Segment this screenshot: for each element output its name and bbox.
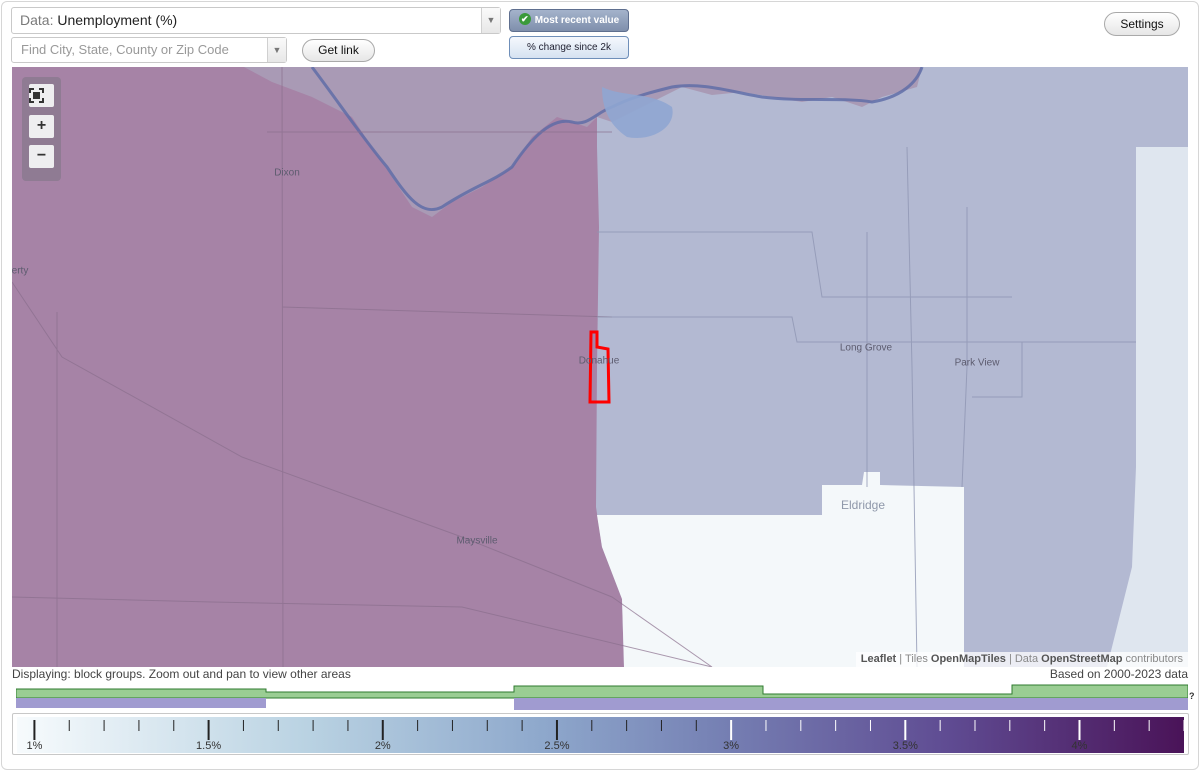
east-block-group[interactable] xyxy=(1107,147,1188,667)
legend-tick-label: 3.5% xyxy=(892,740,918,752)
data-select[interactable]: Data: Unemployment (%) ▼ xyxy=(11,7,501,34)
data-select-value: Unemployment (%) xyxy=(57,12,178,28)
legend-tick-label: 4% xyxy=(1071,740,1088,752)
check-icon: ✔ xyxy=(518,13,531,26)
legend-tick-label: 1.5% xyxy=(196,740,222,752)
search-placeholder: Find City, State, County or Zip Code xyxy=(21,42,229,57)
place-label-long-grove: Long Grove xyxy=(839,342,893,354)
map-view[interactable]: Dixon erty Donahue Long Grove Park View … xyxy=(12,67,1188,667)
attribution-tiles-prefix: | Tiles xyxy=(899,653,928,665)
place-label-donahue: Donahue xyxy=(578,355,620,367)
place-label-liberty: erty xyxy=(12,265,29,277)
timeline-chart[interactable] xyxy=(16,684,1188,710)
place-label-dixon: Dixon xyxy=(274,167,300,179)
zoom-out-button[interactable]: − xyxy=(29,145,54,168)
timeline-purple-series xyxy=(16,698,1188,710)
legend-ticks xyxy=(33,720,1184,740)
fullscreen-icon xyxy=(29,88,44,103)
legend-tick-label: 2% xyxy=(374,740,391,752)
place-label-eldridge: Eldridge xyxy=(840,498,886,512)
legend-tick-label: 2.5% xyxy=(544,740,570,752)
place-label-maysville: Maysville xyxy=(456,535,498,547)
attribution-suffix: contributors xyxy=(1125,653,1183,665)
chevron-down-icon[interactable]: ▼ xyxy=(267,38,286,62)
light-block-group[interactable] xyxy=(597,472,964,667)
timeline-green-series xyxy=(16,684,1188,699)
data-select-prefix: Data: xyxy=(20,12,54,28)
attribution-data-prefix: | Data xyxy=(1008,653,1039,665)
percent-change-button[interactable]: % change since 2k xyxy=(509,36,629,59)
most-recent-value-button[interactable]: ✔ Most recent value xyxy=(509,9,629,32)
data-range-note: Based on 2000-2023 data xyxy=(1049,667,1188,681)
fullscreen-button[interactable] xyxy=(29,84,54,107)
legend-tick-label: 1% xyxy=(26,740,43,752)
settings-button[interactable]: Settings xyxy=(1104,12,1180,36)
location-search-input[interactable]: Find City, State, County or Zip Code ▼ xyxy=(11,37,287,63)
timeline-help-icon[interactable]: ? xyxy=(1189,691,1195,701)
most-recent-value-label: Most recent value xyxy=(534,15,620,26)
chevron-down-icon[interactable]: ▼ xyxy=(481,8,500,33)
map-canvas xyxy=(12,67,1188,667)
displaying-note: Displaying: block groups. Zoom out and p… xyxy=(12,667,351,681)
color-legend: 1% 1.5% 2% 2.5% 3% 3.5% 4% xyxy=(12,713,1189,755)
place-label-park-view: Park View xyxy=(954,357,1000,369)
openmaptiles-link[interactable]: OpenMapTiles xyxy=(931,653,1006,665)
zoom-control: + − xyxy=(22,77,61,181)
legend-tick-label: 3% xyxy=(723,740,740,752)
map-attribution: Leaflet | Tiles OpenMapTiles | Data Open… xyxy=(855,652,1188,667)
leaflet-link[interactable]: Leaflet xyxy=(861,653,896,665)
purple-block-group[interactable] xyxy=(12,67,624,667)
zoom-in-button[interactable]: + xyxy=(29,115,54,138)
get-link-button[interactable]: Get link xyxy=(302,39,375,62)
openstreetmap-link[interactable]: OpenStreetMap xyxy=(1041,653,1122,665)
